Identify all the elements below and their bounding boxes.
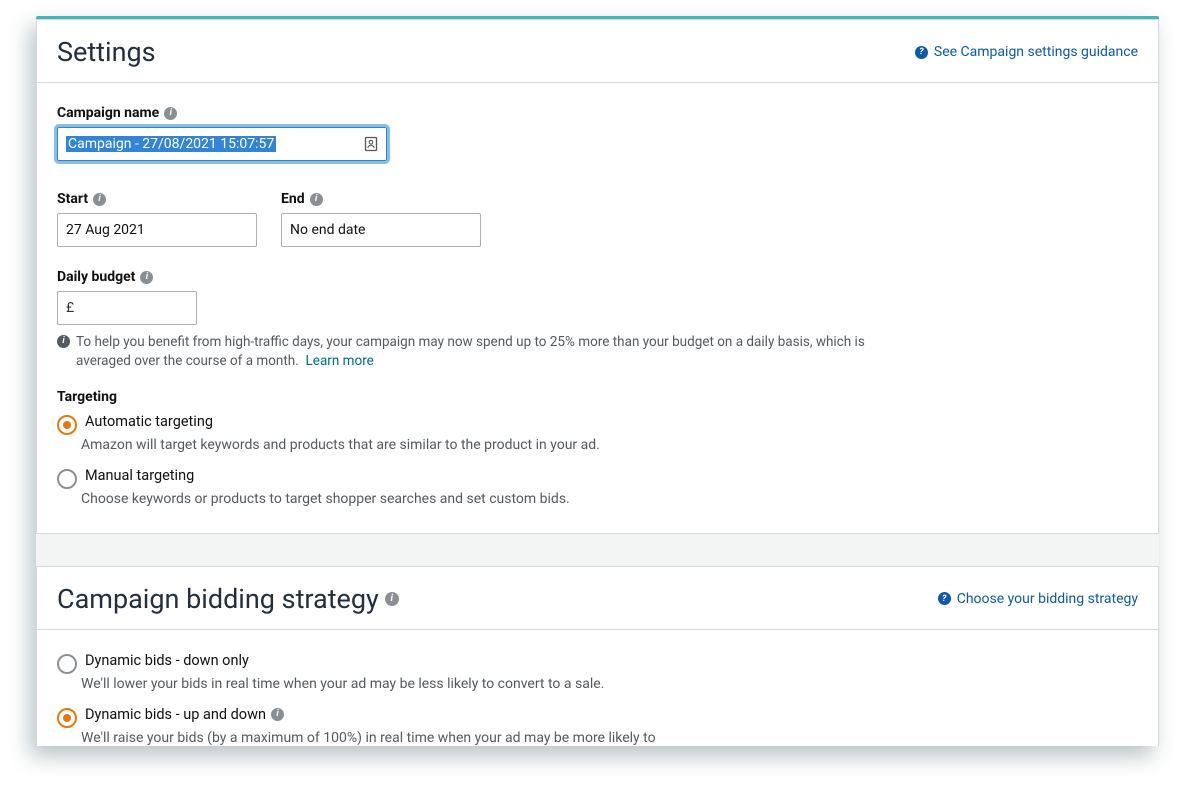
bids-updown-label: Dynamic bids - up and down i: [85, 706, 284, 723]
contacts-icon[interactable]: [364, 136, 378, 152]
daily-budget-label: Daily budget i: [57, 269, 1138, 285]
info-icon[interactable]: i: [385, 592, 399, 606]
radio-icon[interactable]: [57, 654, 77, 674]
settings-guidance-text: See Campaign settings guidance: [934, 44, 1138, 60]
bids-down-label: Dynamic bids - down only: [85, 652, 249, 669]
info-icon[interactable]: i: [140, 271, 153, 284]
settings-guidance-link[interactable]: ? See Campaign settings guidance: [915, 44, 1138, 60]
start-field: Start i 27 Aug 2021: [57, 191, 257, 247]
start-date-value: 27 Aug 2021: [66, 222, 145, 238]
targeting-manual-label: Manual targeting: [85, 467, 194, 484]
settings-title: Settings: [57, 36, 156, 68]
daily-budget-hint: i To help you benefit from high-traffic …: [57, 333, 907, 371]
settings-header: Settings ? See Campaign settings guidanc…: [37, 20, 1158, 83]
radio-icon[interactable]: [57, 415, 77, 435]
campaign-name-value: Campaign - 27/08/2021 15:07:57: [66, 136, 276, 152]
end-label: End i: [281, 191, 481, 207]
daily-budget-hint-text: To help you benefit from high-traffic da…: [76, 334, 865, 369]
learn-more-link[interactable]: Learn more: [306, 353, 374, 369]
targeting-manual-option[interactable]: Manual targeting: [57, 467, 1138, 489]
info-icon[interactable]: i: [93, 193, 106, 206]
bids-updown-desc: We'll raise your bids (by a maximum of 1…: [81, 730, 1138, 746]
end-date-value: No end date: [290, 222, 365, 238]
targeting-section: Targeting Automatic targeting Amazon wil…: [57, 389, 1138, 507]
end-field: End i No end date: [281, 191, 481, 247]
bidding-guidance-link[interactable]: ? Choose your bidding strategy: [938, 591, 1138, 607]
daily-budget-input[interactable]: £: [57, 291, 197, 325]
info-icon[interactable]: i: [271, 708, 284, 721]
campaign-name-input[interactable]: Campaign - 27/08/2021 15:07:57: [57, 127, 387, 161]
radio-icon[interactable]: [57, 708, 77, 728]
radio-icon[interactable]: [57, 469, 77, 489]
bidding-guidance-text: Choose your bidding strategy: [957, 591, 1138, 607]
help-icon: ?: [915, 46, 928, 59]
bidding-header: Campaign bidding strategy i ? Choose you…: [37, 567, 1158, 630]
info-icon: i: [57, 335, 70, 348]
start-date-input[interactable]: 27 Aug 2021: [57, 213, 257, 247]
targeting-label: Targeting: [57, 389, 1138, 405]
start-label: Start i: [57, 191, 257, 207]
campaign-name-field: Campaign name i Campaign - 27/08/2021 15…: [57, 105, 1138, 161]
end-date-input[interactable]: No end date: [281, 213, 481, 247]
daily-budget-field: Daily budget i £ i To help you benefit f…: [57, 269, 1138, 371]
info-icon[interactable]: i: [164, 107, 177, 120]
targeting-auto-option[interactable]: Automatic targeting: [57, 413, 1138, 435]
targeting-auto-desc: Amazon will target keywords and products…: [81, 437, 1138, 453]
info-icon[interactable]: i: [310, 193, 323, 206]
settings-panel: Settings ? See Campaign settings guidanc…: [36, 19, 1159, 534]
bids-updown-option[interactable]: Dynamic bids - up and down i: [57, 706, 1138, 728]
targeting-auto-label: Automatic targeting: [85, 413, 213, 430]
date-row: Start i 27 Aug 2021 End i No e: [57, 191, 1138, 247]
bidding-panel: Campaign bidding strategy i ? Choose you…: [36, 566, 1159, 746]
bidding-title: Campaign bidding strategy i: [57, 583, 399, 615]
help-icon: ?: [938, 592, 951, 605]
targeting-manual-desc: Choose keywords or products to target sh…: [81, 491, 1138, 507]
campaign-name-label: Campaign name i: [57, 105, 1138, 121]
bids-down-option[interactable]: Dynamic bids - down only: [57, 652, 1138, 674]
currency-symbol: £: [66, 300, 74, 316]
bids-down-desc: We'll lower your bids in real time when …: [81, 676, 1138, 692]
